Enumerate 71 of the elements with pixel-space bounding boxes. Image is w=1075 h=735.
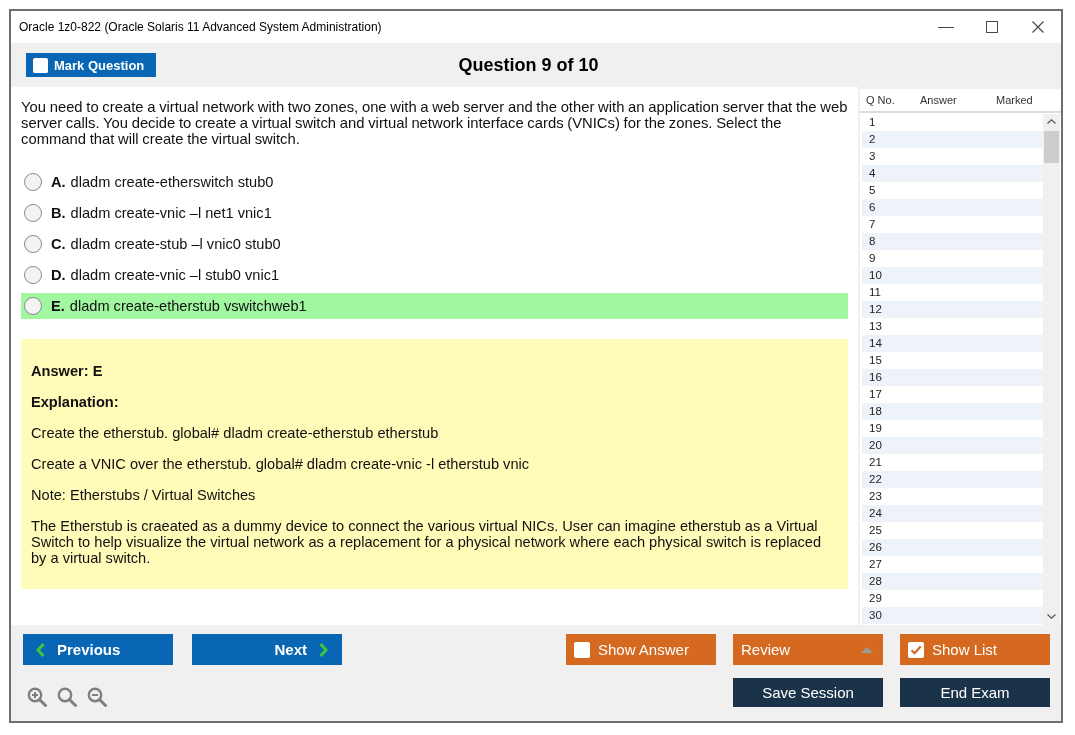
explanation-paragraph: Create the etherstub. global# dladm create-etherstub etherstub (31, 425, 440, 441)
mark-question-button[interactable]: Mark Question (26, 53, 156, 77)
chevron-down-icon[interactable] (1047, 614, 1056, 619)
option-text: dladm create-stub –l vnic0 stub0 (70, 236, 281, 252)
search-icon[interactable] (57, 687, 77, 707)
option-letter: A. (51, 174, 66, 190)
option-text: dladm create-etherstub vswitchweb1 (69, 298, 307, 314)
maximize-icon[interactable] (986, 21, 998, 33)
scrollbar[interactable] (1043, 114, 1060, 625)
option-letter: D. (51, 267, 66, 283)
question-title: Question 9 of 10 (458, 54, 599, 76)
question-list-row[interactable]: 4 (862, 165, 1043, 182)
chevron-right-icon (319, 642, 328, 657)
explanation-label: Explanation: (31, 394, 120, 410)
answer-option[interactable]: D. dladm create-vnic –l stub0 vnic1 (21, 262, 848, 288)
question-list-row[interactable]: 18 (862, 403, 1043, 420)
end-exam-button[interactable]: End Exam (900, 678, 1050, 707)
question-list-row[interactable]: 6 (862, 199, 1043, 216)
radio-button[interactable] (24, 297, 42, 315)
option-letter: B. (51, 205, 66, 221)
column-header: Marked (996, 94, 1034, 106)
checkbox-icon[interactable] (574, 641, 590, 658)
answer-option[interactable]: A. dladm create-etherswitch stub0 (21, 169, 848, 195)
previous-button[interactable]: Previous (23, 634, 173, 665)
minimize-icon[interactable] (938, 26, 954, 28)
zoom-in-icon[interactable] (27, 687, 47, 707)
checkbox-icon[interactable] (33, 57, 48, 73)
window-title: Oracle 1z0-822 (Oracle Solaris 11 Advanced System Administration) (19, 20, 383, 34)
radio-button[interactable] (24, 235, 42, 253)
next-button[interactable]: Next (192, 634, 342, 665)
explanation-paragraph: Note: Etherstubs / Virtual Switches (31, 487, 257, 503)
highlighted-answer-option[interactable]: E. dladm create-etherstub vswitchweb1 (21, 293, 848, 319)
chevron-up-icon[interactable] (1047, 119, 1056, 124)
question-list-row[interactable]: 16 (862, 369, 1043, 386)
question-list-row[interactable]: 28 (862, 573, 1043, 590)
show-answer-button[interactable]: Show Answer (566, 634, 716, 665)
question-list-row[interactable]: 14 (862, 335, 1043, 352)
radio-button[interactable] (24, 173, 42, 191)
question-list-row[interactable]: 10 (862, 267, 1043, 284)
option-text: dladm create-vnic –l net1 vnic1 (70, 205, 272, 221)
checkbox-icon[interactable] (908, 641, 924, 658)
option-text: dladm create-etherswitch stub0 (70, 174, 274, 190)
question-list-row[interactable]: 12 (862, 301, 1043, 318)
column-header: Answer (920, 94, 958, 106)
radio-button[interactable] (24, 204, 42, 222)
question-text: You need to create a virtual network with two zones, one with a web server and the other with an application server that the web server calls. You decide to create a virtual switch and virtual network interface cards (VNICs) for the zones. Select the command that will create the virtual switch. (21, 99, 849, 147)
caret-up-icon (861, 646, 873, 653)
explanation-paragraph: The Etherstub is craeated as a dummy device to connect the various virtual NICs. User can imagine etherstub as a Virtual Switch to help visualize the virtual network as a replacement for a physical network where each physical switch is replaced by a virtual switch. (31, 518, 823, 566)
option-text: dladm create-vnic –l stub0 vnic1 (70, 267, 280, 283)
option-letter: C. (51, 236, 66, 252)
question-list-row[interactable]: 2 (862, 131, 1043, 148)
scrollbar-thumb[interactable] (1044, 131, 1059, 163)
answer-option[interactable]: C. dladm create-stub –l vnic0 stub0 (21, 231, 848, 257)
column-header: Q No. (866, 94, 896, 106)
answer-label: Answer: E (31, 363, 104, 379)
question-list-row[interactable]: 8 (862, 233, 1043, 250)
radio-button[interactable] (24, 266, 42, 284)
review-button[interactable]: Review (733, 634, 883, 665)
question-list-row[interactable]: 26 (862, 539, 1043, 556)
question-list-row[interactable]: 20 (862, 437, 1043, 454)
question-list-row[interactable]: 24 (862, 505, 1043, 522)
option-letter: E. (51, 298, 65, 314)
zoom-out-icon[interactable] (87, 687, 107, 707)
show-list-button[interactable]: Show List (900, 634, 1050, 665)
question-list-row[interactable]: 22 (862, 471, 1043, 488)
question-list-row[interactable]: 30 (862, 607, 1043, 624)
answer-option[interactable]: B. dladm create-vnic –l net1 vnic1 (21, 200, 848, 226)
close-icon[interactable] (1032, 21, 1044, 33)
save-session-button[interactable]: Save Session (733, 678, 883, 707)
chevron-left-icon (36, 642, 45, 657)
explanation-paragraph: Create a VNIC over the etherstub. global# dladm create-vnic -l etherstub vnic (31, 456, 531, 472)
